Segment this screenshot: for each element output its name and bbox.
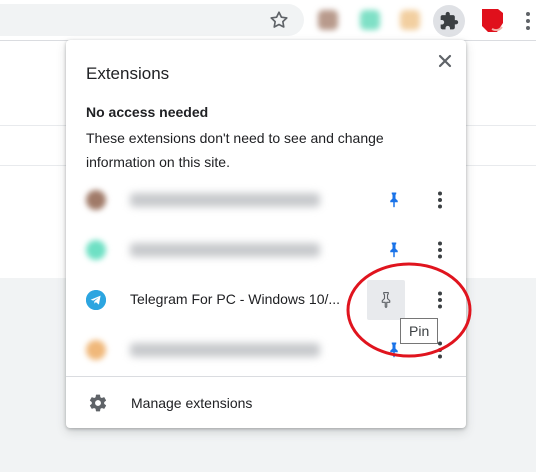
more-options-button[interactable] xyxy=(428,184,452,216)
extension-icon xyxy=(86,240,106,260)
more-options-button[interactable] xyxy=(428,234,452,266)
extension-name: Telegram For PC - Windows 10/... xyxy=(130,291,341,307)
pin-button[interactable] xyxy=(378,184,410,216)
toolbar-extension-icon[interactable] xyxy=(318,10,338,30)
extension-name xyxy=(130,343,320,357)
more-options-button[interactable] xyxy=(428,284,452,316)
extension-icon xyxy=(86,190,106,210)
bookmark-star-icon[interactable] xyxy=(268,9,290,31)
extension-row[interactable]: Telegram For PC - Windows 10/... xyxy=(66,280,466,320)
pin-button[interactable] xyxy=(378,234,410,266)
pin-tooltip: Pin xyxy=(400,318,439,344)
gear-icon xyxy=(89,394,107,412)
pin-icon xyxy=(381,291,391,309)
extension-icon xyxy=(86,340,106,360)
popup-divider xyxy=(66,376,466,377)
popup-title: Extensions xyxy=(86,64,170,83)
close-icon xyxy=(438,54,452,68)
toolbar-extension-icon[interactable] xyxy=(400,10,420,30)
manage-extensions-button[interactable]: Manage extensions xyxy=(66,385,466,421)
close-button[interactable] xyxy=(432,48,458,74)
section-description: These extensions don't need to see and c… xyxy=(86,130,384,170)
pin-icon xyxy=(390,192,398,208)
profile-avatar-icon[interactable] xyxy=(478,5,506,35)
extension-name xyxy=(130,243,320,257)
extensions-puzzle-button[interactable] xyxy=(433,5,465,37)
more-vert-icon xyxy=(438,291,442,309)
section-heading: No access needed xyxy=(86,104,209,120)
telegram-icon xyxy=(86,290,106,310)
extension-row[interactable] xyxy=(66,180,466,220)
pin-icon xyxy=(390,242,398,258)
manage-extensions-label: Manage extensions xyxy=(131,395,253,411)
more-menu-icon[interactable] xyxy=(518,10,536,32)
browser-toolbar xyxy=(0,0,536,41)
more-vert-icon xyxy=(438,191,442,209)
address-bar[interactable] xyxy=(0,4,304,36)
pin-button[interactable] xyxy=(367,280,405,320)
extension-name xyxy=(130,193,320,207)
puzzle-icon xyxy=(440,11,459,30)
extensions-popup: Extensions No access needed These extens… xyxy=(66,40,466,428)
more-vert-icon xyxy=(438,241,442,259)
extension-row[interactable] xyxy=(66,230,466,270)
toolbar-extension-icon[interactable] xyxy=(360,10,380,30)
